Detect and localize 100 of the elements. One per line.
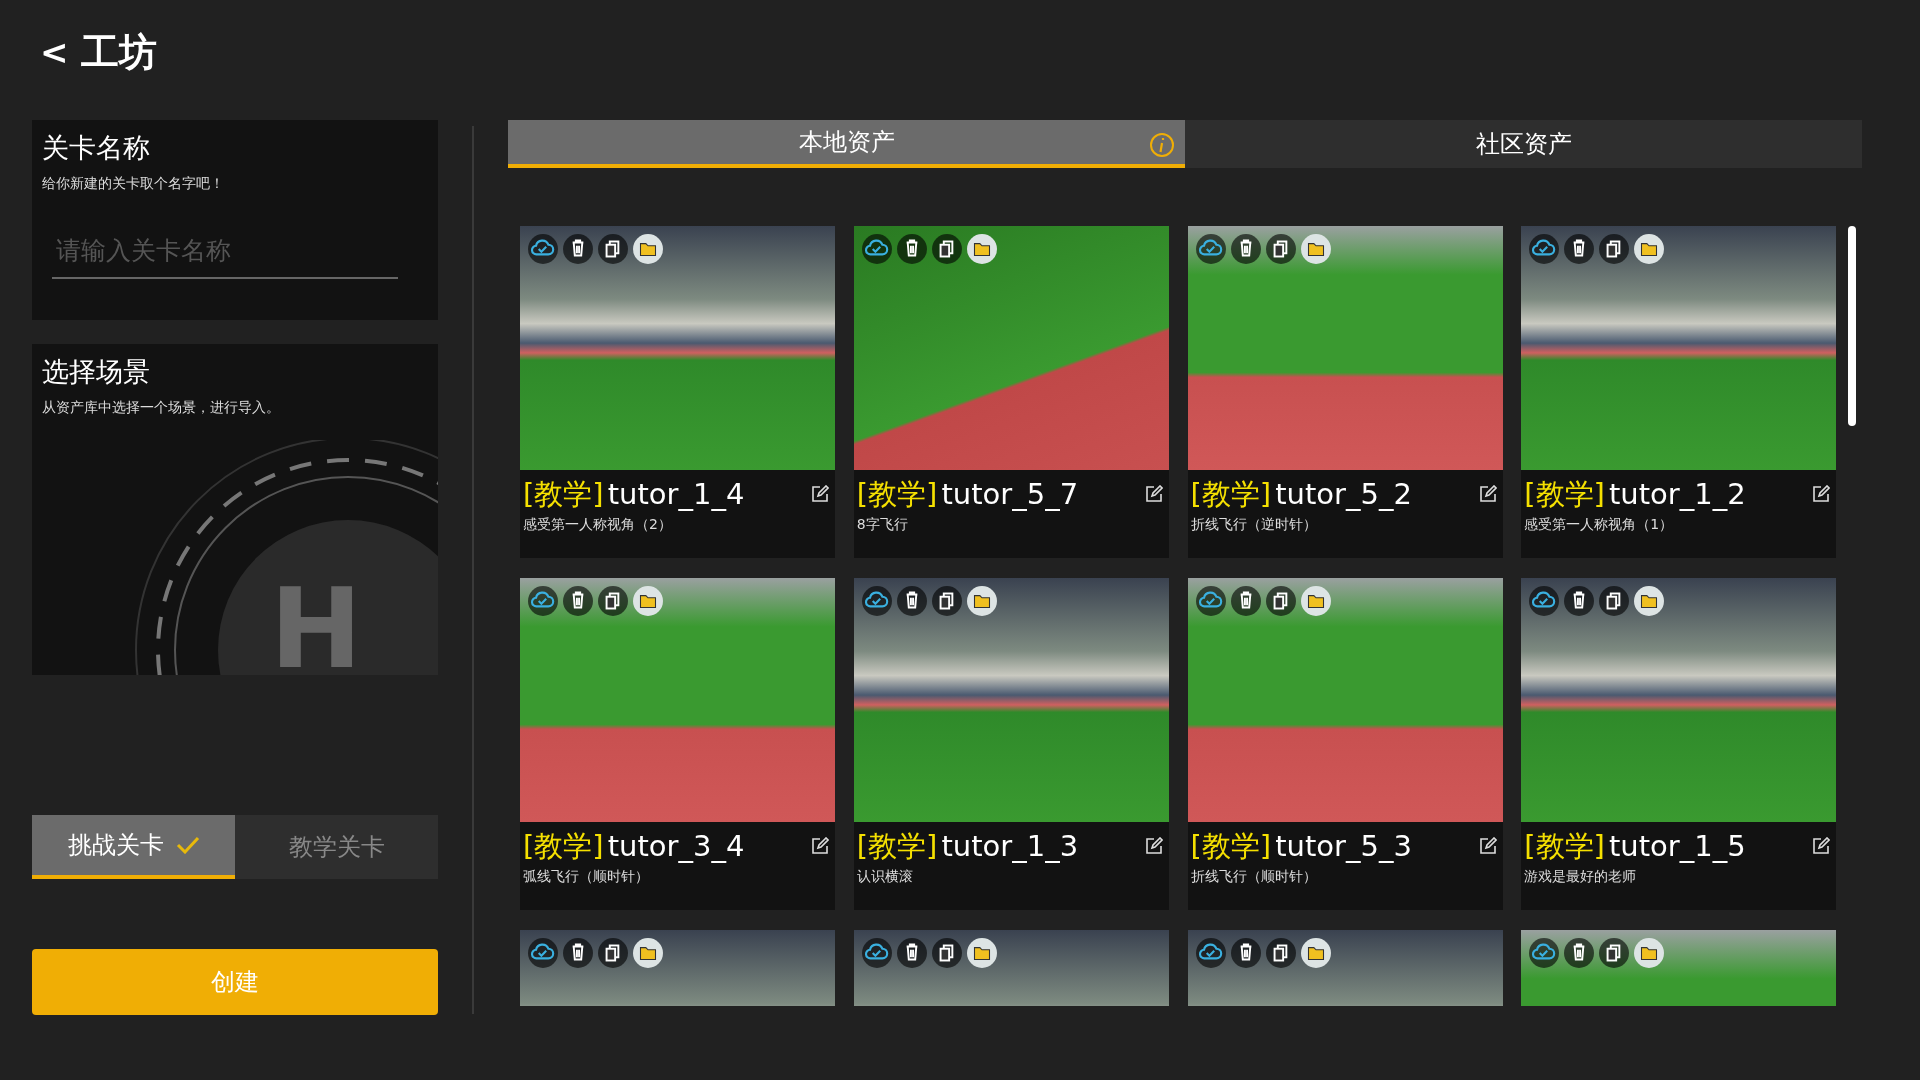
trash-icon[interactable] bbox=[896, 234, 927, 264]
level-type-tab[interactable]: 挑战关卡 bbox=[32, 815, 235, 879]
edit-icon[interactable] bbox=[1478, 837, 1497, 856]
asset-tag: [教学] bbox=[856, 476, 938, 513]
asset-name: tutor_5_3 bbox=[1275, 828, 1412, 865]
trash-icon[interactable] bbox=[1564, 586, 1595, 616]
copy-icon[interactable] bbox=[931, 234, 962, 264]
asset-description: 弧线飞行（顺时针） bbox=[523, 867, 649, 887]
folder-icon[interactable] bbox=[633, 586, 663, 616]
copy-icon[interactable] bbox=[598, 938, 628, 968]
folder-icon[interactable] bbox=[966, 234, 997, 264]
asset-description: 8字飞行 bbox=[856, 515, 908, 535]
asset-tag: [教学] bbox=[1190, 476, 1272, 513]
card-hint: 给你新建的关卡取个名字吧！ bbox=[42, 173, 225, 193]
asset-name: tutor_5_7 bbox=[941, 476, 1079, 513]
copy-icon[interactable] bbox=[598, 586, 628, 616]
asset-name: tutor_1_5 bbox=[1608, 828, 1746, 865]
trash-icon[interactable] bbox=[1564, 938, 1595, 968]
scrollbar[interactable] bbox=[1848, 226, 1856, 426]
asset-description: 感受第一人称视角（2） bbox=[523, 515, 672, 535]
scene-thumbnail[interactable] bbox=[1521, 578, 1836, 822]
asset-tag: [教学] bbox=[523, 828, 604, 865]
copy-icon[interactable] bbox=[1599, 586, 1630, 616]
asset-description: 游戏是最好的老师 bbox=[1524, 867, 1637, 887]
edit-icon[interactable] bbox=[811, 485, 829, 504]
edit-icon[interactable] bbox=[1478, 485, 1497, 504]
level-type-tab[interactable]: 教学关卡 bbox=[235, 815, 438, 879]
cloud-check-icon[interactable] bbox=[528, 938, 558, 968]
info-icon[interactable] bbox=[1149, 132, 1175, 158]
folder-icon[interactable] bbox=[1634, 586, 1665, 616]
copy-icon[interactable] bbox=[598, 234, 628, 264]
copy-icon[interactable] bbox=[1599, 938, 1630, 968]
copy-icon[interactable] bbox=[1599, 234, 1630, 264]
folder-icon[interactable] bbox=[966, 938, 997, 968]
asset-tab[interactable]: 社区资产 bbox=[1185, 120, 1862, 168]
folder-icon[interactable] bbox=[1300, 938, 1331, 968]
page-title: 工坊 bbox=[80, 28, 157, 76]
trash-icon[interactable] bbox=[563, 234, 593, 264]
edit-icon[interactable] bbox=[1812, 485, 1831, 504]
copy-icon[interactable] bbox=[1265, 938, 1296, 968]
asset-name: tutor_1_2 bbox=[1608, 476, 1746, 513]
folder-icon[interactable] bbox=[1300, 234, 1331, 264]
cloud-check-icon[interactable] bbox=[1529, 586, 1560, 616]
copy-icon[interactable] bbox=[931, 586, 962, 616]
cloud-check-icon[interactable] bbox=[528, 586, 558, 616]
asset-name: tutor_1_4 bbox=[607, 476, 745, 513]
asset-tab[interactable]: 本地资产 bbox=[508, 120, 1185, 168]
cloud-check-icon[interactable] bbox=[1529, 234, 1560, 264]
asset-description: 感受第一人称视角（1） bbox=[1524, 515, 1674, 535]
trash-icon[interactable] bbox=[896, 938, 927, 968]
asset-name: tutor_1_3 bbox=[941, 828, 1079, 865]
scene-thumbnail[interactable] bbox=[853, 578, 1169, 822]
folder-icon[interactable] bbox=[1300, 586, 1331, 616]
emblem-letter: H bbox=[270, 574, 363, 675]
trash-icon[interactable] bbox=[1564, 234, 1595, 264]
scene-thumbnail[interactable] bbox=[1521, 226, 1836, 470]
asset-tag: [教学] bbox=[1524, 828, 1605, 865]
trash-icon[interactable] bbox=[563, 938, 593, 968]
folder-icon[interactable] bbox=[1634, 938, 1665, 968]
copy-icon[interactable] bbox=[931, 938, 962, 968]
level-name-input[interactable]: 请输入关卡名称 bbox=[52, 231, 398, 279]
cloud-check-icon[interactable] bbox=[1195, 234, 1226, 264]
card-title: 关卡名称 bbox=[42, 131, 151, 165]
folder-icon[interactable] bbox=[633, 234, 663, 264]
cloud-check-icon[interactable] bbox=[861, 938, 892, 968]
scene-thumbnail[interactable] bbox=[520, 226, 835, 470]
card-title: 选择场景 bbox=[42, 355, 150, 389]
scene-thumbnail[interactable] bbox=[520, 578, 835, 822]
check-icon bbox=[175, 836, 200, 854]
cloud-check-icon[interactable] bbox=[1195, 586, 1226, 616]
asset-tag: [教学] bbox=[523, 476, 604, 513]
cloud-check-icon[interactable] bbox=[1195, 938, 1226, 968]
folder-icon[interactable] bbox=[966, 586, 997, 616]
asset-tag: [教学] bbox=[1190, 828, 1272, 865]
trash-icon[interactable] bbox=[1230, 586, 1261, 616]
cloud-check-icon[interactable] bbox=[528, 234, 558, 264]
back-button[interactable]: < bbox=[40, 26, 69, 78]
card-hint: 从资产库中选择一个场景，进行导入。 bbox=[42, 397, 280, 417]
copy-icon[interactable] bbox=[1265, 234, 1296, 264]
trash-icon[interactable] bbox=[1230, 234, 1261, 264]
scene-thumbnail[interactable] bbox=[1187, 226, 1503, 470]
scene-thumbnail[interactable] bbox=[853, 226, 1169, 470]
copy-icon[interactable] bbox=[1265, 586, 1296, 616]
asset-description: 折线飞行（顺时针） bbox=[1190, 867, 1317, 887]
asset-description: 认识横滚 bbox=[856, 867, 913, 887]
edit-icon[interactable] bbox=[1812, 837, 1831, 856]
asset-name: tutor_3_4 bbox=[607, 828, 745, 865]
folder-icon[interactable] bbox=[633, 938, 663, 968]
edit-icon[interactable] bbox=[1144, 837, 1163, 856]
trash-icon[interactable] bbox=[563, 586, 593, 616]
edit-icon[interactable] bbox=[811, 837, 829, 856]
trash-icon[interactable] bbox=[896, 586, 927, 616]
cloud-check-icon[interactable] bbox=[861, 586, 892, 616]
asset-tag: [教学] bbox=[856, 828, 938, 865]
scene-thumbnail[interactable] bbox=[1187, 578, 1503, 822]
trash-icon[interactable] bbox=[1230, 938, 1261, 968]
cloud-check-icon[interactable] bbox=[861, 234, 892, 264]
folder-icon[interactable] bbox=[1634, 234, 1665, 264]
cloud-check-icon[interactable] bbox=[1529, 938, 1560, 968]
edit-icon[interactable] bbox=[1144, 485, 1163, 504]
